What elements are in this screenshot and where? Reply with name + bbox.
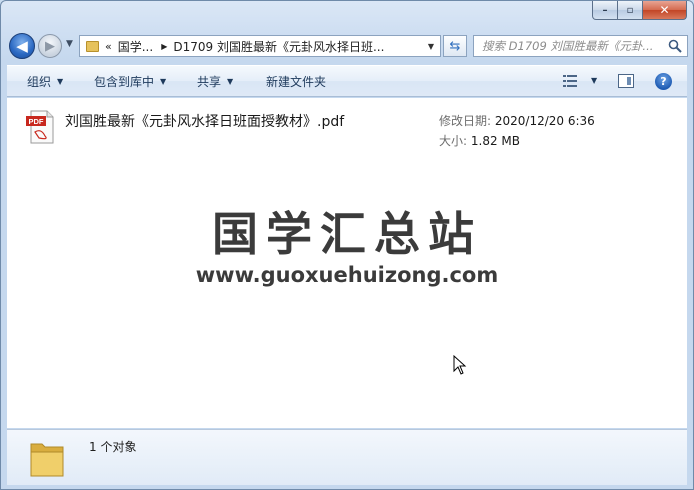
file-list-pane[interactable]: PDF 刘国胜最新《元卦风水择日班面授教材》.pdf 修改日期: 2020/12… — [7, 98, 687, 428]
include-in-library-button[interactable]: 包含到库中 ▼ — [94, 66, 166, 97]
view-options-icon[interactable] — [563, 74, 577, 88]
file-item[interactable]: PDF 刘国胜最新《元卦风水择日班面授教材》.pdf 修改日期: 2020/12… — [25, 108, 665, 156]
explorer-window: – ▫ ✕ ◀ ▶ ▼ « 国学... ▶ D1709 刘国胜最新《元卦风水择日… — [0, 0, 694, 490]
mouse-cursor-icon — [453, 355, 467, 375]
close-button[interactable]: ✕ — [643, 1, 687, 20]
share-button[interactable]: 共享 ▼ — [197, 66, 233, 97]
modified-label: 修改日期: — [439, 114, 492, 128]
pdf-file-icon: PDF — [26, 110, 54, 144]
details-pane: 1 个对象 — [7, 429, 687, 485]
preview-pane-icon[interactable] — [618, 74, 634, 88]
size-label: 大小: — [439, 134, 468, 148]
organize-label: 组织 — [27, 75, 52, 89]
organize-menu-button[interactable]: 组织 ▼ — [27, 66, 63, 97]
share-label: 共享 — [197, 75, 222, 89]
new-folder-button[interactable]: 新建文件夹 — [266, 66, 326, 97]
search-icon[interactable] — [668, 39, 682, 53]
pdf-icon-label: PDF — [29, 117, 44, 126]
breadcrumb-item-current[interactable]: D1709 刘国胜最新《元卦风水择日班... — [173, 38, 384, 55]
back-button[interactable]: ◀ — [9, 33, 35, 59]
item-count: 1 个对象 — [89, 440, 137, 454]
chevron-down-icon: ▼ — [227, 77, 234, 86]
breadcrumb-chevron-right-icon[interactable]: ▶ — [161, 42, 167, 51]
address-dropdown-chevron-down-icon[interactable]: ▼ — [422, 36, 440, 56]
navigation-bar: ◀ ▶ ▼ « 国学... ▶ D1709 刘国胜最新《元卦风水择日班... ▼… — [7, 29, 688, 63]
maximize-button[interactable]: ▫ — [618, 1, 643, 20]
address-bar[interactable]: « 国学... ▶ D1709 刘国胜最新《元卦风水择日班... ▼ — [79, 35, 441, 57]
file-modified: 修改日期: 2020/12/20 6:36 — [439, 112, 595, 129]
size-value: 1.82 MB — [470, 134, 520, 148]
new-folder-label: 新建文件夹 — [266, 75, 327, 89]
chevron-down-icon: ▼ — [160, 77, 167, 86]
watermark-url: www.guoxuehuizong.com — [195, 263, 499, 287]
search-placeholder: 搜索 D1709 刘国胜最新《元卦... — [482, 39, 654, 53]
chevron-down-icon: ▼ — [57, 77, 64, 86]
refresh-button[interactable]: ⇆ — [443, 35, 467, 57]
minimize-button[interactable]: – — [592, 1, 618, 20]
breadcrumb-item-parent[interactable]: 国学... — [118, 38, 153, 55]
watermark-title: 国学汇总站 — [212, 207, 482, 261]
folder-icon — [86, 40, 99, 52]
refresh-icon: ⇆ — [449, 38, 461, 54]
modified-value: 2020/12/20 6:36 — [494, 114, 595, 128]
command-bar: 组织 ▼ 包含到库中 ▼ 共享 ▼ 新建文件夹 ▼ ? — [7, 65, 687, 97]
view-options-chevron-down-icon[interactable]: ▼ — [591, 76, 597, 85]
forward-button[interactable]: ▶ — [38, 34, 62, 58]
folder-icon — [30, 443, 64, 477]
breadcrumb-overflow[interactable]: « — [105, 40, 112, 53]
search-input[interactable]: 搜索 D1709 刘国胜最新《元卦... — [473, 35, 688, 57]
include-in-library-label: 包含到库中 — [94, 75, 155, 89]
help-icon[interactable]: ? — [655, 73, 672, 90]
recent-pages-chevron-down-icon[interactable]: ▼ — [66, 39, 73, 49]
file-size: 大小: 1.82 MB — [439, 132, 520, 149]
file-name[interactable]: 刘国胜最新《元卦风水择日班面授教材》.pdf — [65, 111, 344, 131]
caption-buttons: – ▫ ✕ — [592, 1, 687, 21]
